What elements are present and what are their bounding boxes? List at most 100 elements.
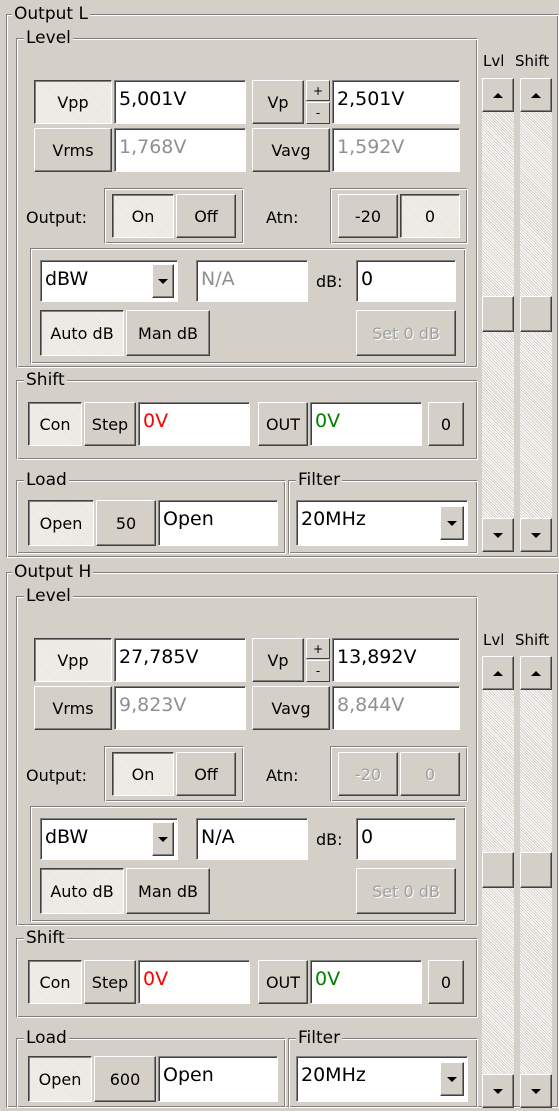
filter-select-dropdown[interactable] — [440, 506, 464, 540]
level-title: Level — [24, 28, 73, 48]
db-label: dB: — [316, 830, 343, 849]
output-off-button[interactable]: Off — [176, 752, 236, 796]
man-db-button[interactable]: Man dB — [126, 310, 210, 356]
chevron-down-icon — [447, 1076, 457, 1082]
shift-scroll-label: Shift — [515, 52, 550, 70]
load-open-button[interactable]: Open — [28, 1056, 92, 1102]
vrms-button[interactable]: Vrms — [34, 128, 112, 172]
arrow-down-icon — [531, 1088, 541, 1094]
filter-title: Filter — [296, 1028, 343, 1048]
output-l-title: Output L — [12, 4, 90, 24]
arrow-down-icon — [493, 1088, 503, 1094]
auto-db-button[interactable]: Auto dB — [40, 310, 124, 356]
shift-out-button[interactable]: OUT — [258, 960, 308, 1004]
output-label: Output: — [26, 208, 87, 227]
auto-db-button[interactable]: Auto dB — [40, 868, 124, 914]
shift-scroll-up-button[interactable] — [520, 78, 552, 112]
atn-label: Atn: — [266, 208, 299, 227]
load-value-field[interactable]: Open — [158, 500, 278, 546]
shift-out-button[interactable]: OUT — [258, 402, 308, 446]
atn-minus20-button[interactable]: -20 — [338, 194, 398, 238]
unit-select-value: dBW — [45, 268, 89, 290]
vpp-button[interactable]: Vpp — [34, 80, 112, 124]
atn-minus20-button[interactable]: -20 — [338, 752, 398, 796]
load-value-field[interactable]: Open — [158, 1056, 278, 1102]
lvl-scroll-down-button[interactable] — [482, 1074, 514, 1108]
vp-down-button[interactable]: - — [306, 660, 330, 682]
vp-up-button[interactable]: + — [306, 80, 330, 101]
shift-scroll-thumb[interactable] — [520, 296, 552, 332]
chevron-down-icon — [158, 836, 168, 842]
atn-label: Atn: — [266, 766, 299, 785]
vavg-button[interactable]: Vavg — [252, 128, 330, 172]
vpp-field[interactable]: 5,001V — [114, 80, 246, 124]
vrms-field[interactable]: 1,768V — [114, 128, 246, 172]
vrms-button[interactable]: Vrms — [34, 686, 112, 730]
atn-0-button[interactable]: 0 — [400, 194, 460, 238]
shift-scroll-down-button[interactable] — [520, 518, 552, 552]
output-on-button[interactable]: On — [112, 194, 174, 238]
shift-out-field[interactable]: 0V — [310, 402, 422, 446]
output-label: Output: — [26, 766, 87, 785]
vp-button[interactable]: Vp — [252, 80, 304, 124]
vp-field[interactable]: 2,501V — [332, 80, 460, 124]
lvl-scroll-up-button[interactable] — [482, 656, 514, 690]
shift-zero-button[interactable]: 0 — [428, 402, 464, 446]
lvl-scroll-label: Lvl — [483, 52, 505, 70]
arrow-down-icon — [493, 532, 503, 538]
lvl-scroll-thumb[interactable] — [482, 852, 514, 888]
lvl-scroll-thumb[interactable] — [482, 296, 514, 332]
shift-scroll-up-button[interactable] — [520, 656, 552, 690]
shift-con-button[interactable]: Con — [28, 960, 82, 1004]
filter-title: Filter — [296, 470, 343, 490]
load-50-button[interactable]: 50 — [96, 500, 156, 546]
output-off-button[interactable]: Off — [176, 194, 236, 238]
db-field[interactable]: 0 — [356, 818, 456, 860]
arrow-down-icon — [531, 532, 541, 538]
filter-select-value: 20MHz — [301, 1064, 366, 1086]
output-on-button[interactable]: On — [112, 752, 174, 796]
shift-zero-button[interactable]: 0 — [428, 960, 464, 1004]
arrow-up-icon — [531, 92, 541, 98]
vp-field[interactable]: 13,892V — [332, 638, 460, 682]
unit-value-field[interactable]: N/A — [196, 260, 308, 302]
vrms-field[interactable]: 9,823V — [114, 686, 246, 730]
set-0-db-button[interactable]: Set 0 dB — [356, 310, 456, 356]
shift-value-field[interactable]: 0V — [138, 960, 250, 1004]
vp-button[interactable]: Vp — [252, 638, 304, 682]
shift-con-button[interactable]: Con — [28, 402, 82, 446]
vp-up-button[interactable]: + — [306, 638, 330, 659]
shift-scroll-down-button[interactable] — [520, 1074, 552, 1108]
unit-select-dropdown[interactable] — [152, 822, 174, 856]
load-600-button[interactable]: 600 — [94, 1056, 156, 1102]
lvl-scroll-down-button[interactable] — [482, 518, 514, 552]
set-0-db-button[interactable]: Set 0 dB — [356, 868, 456, 914]
load-open-button[interactable]: Open — [28, 500, 94, 546]
output-h-title: Output H — [12, 562, 94, 582]
shift-scroll-label: Shift — [515, 631, 550, 649]
chevron-down-icon — [158, 278, 168, 284]
shift-scroll-thumb[interactable] — [520, 852, 552, 888]
load-title: Load — [24, 1028, 69, 1048]
vavg-button[interactable]: Vavg — [252, 686, 330, 730]
vp-down-button[interactable]: - — [306, 102, 330, 124]
lvl-scroll-up-button[interactable] — [482, 78, 514, 112]
lvl-scroll-label: Lvl — [483, 631, 505, 649]
vpp-button[interactable]: Vpp — [34, 638, 112, 682]
man-db-button[interactable]: Man dB — [126, 868, 210, 914]
shift-step-button[interactable]: Step — [84, 960, 136, 1004]
filter-select-value: 20MHz — [301, 508, 366, 530]
shift-step-button[interactable]: Step — [84, 402, 136, 446]
unit-select-value: dBW — [45, 826, 89, 848]
vpp-field[interactable]: 27,785V — [114, 638, 246, 682]
unit-value-field[interactable]: N/A — [196, 818, 308, 860]
db-field[interactable]: 0 — [356, 260, 456, 302]
vavg-field[interactable]: 1,592V — [332, 128, 460, 172]
shift-value-field[interactable]: 0V — [138, 402, 250, 446]
atn-0-button[interactable]: 0 — [400, 752, 460, 796]
unit-select-dropdown[interactable] — [152, 264, 174, 298]
shift-out-field[interactable]: 0V — [310, 960, 422, 1004]
filter-select-dropdown[interactable] — [440, 1062, 464, 1096]
arrow-up-icon — [493, 92, 503, 98]
vavg-field[interactable]: 8,844V — [332, 686, 460, 730]
